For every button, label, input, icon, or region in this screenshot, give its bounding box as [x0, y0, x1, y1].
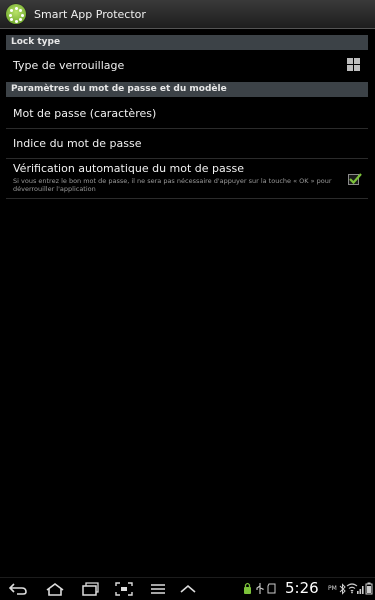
title-bar: Smart App Protector — [0, 0, 375, 29]
back-icon[interactable] — [8, 581, 28, 597]
screenshot-icon[interactable] — [114, 581, 134, 597]
checkmark-icon — [349, 173, 362, 185]
auto-verify-checkbox[interactable] — [348, 173, 362, 185]
lock-icon — [244, 582, 251, 594]
section-header-password-settings: Paramètres du mot de passe et du modèle — [6, 82, 368, 97]
status-clock: 5:26 — [285, 579, 319, 597]
app-title: Smart App Protector — [34, 7, 146, 21]
status-ampm: PM — [328, 585, 337, 592]
bluetooth-icon — [339, 583, 346, 595]
battery-icon — [365, 582, 373, 595]
grid-pattern-icon — [347, 58, 360, 71]
system-navigation-bar: 5:26 PM — [0, 577, 375, 600]
up-arrow-icon[interactable] — [178, 581, 198, 597]
password-hint-row[interactable]: Indice du mot de passe — [6, 129, 368, 159]
password-characters-row[interactable]: Mot de passe (caractères) — [6, 98, 368, 129]
home-icon[interactable] — [45, 581, 65, 597]
auto-verify-password-row[interactable]: Vérification automatique du mot de passe… — [6, 159, 368, 199]
section-header-lock-type: Lock type — [6, 35, 368, 50]
recent-apps-icon[interactable] — [80, 581, 100, 597]
auto-verify-password-label: Vérification automatique du mot de passe — [13, 162, 245, 175]
password-hint-label: Indice du mot de passe — [13, 137, 142, 150]
lock-type-row[interactable]: Type de verrouillage — [6, 51, 368, 81]
password-characters-label: Mot de passe (caractères) — [13, 107, 157, 120]
auto-verify-password-summary: Si vous entrez le bon mot de passe, il n… — [13, 177, 332, 193]
sd-card-icon — [267, 583, 276, 594]
menu-icon[interactable] — [148, 581, 168, 597]
lock-type-label: Type de verrouillage — [13, 59, 125, 72]
app-logo-icon — [6, 4, 26, 24]
usb-icon — [256, 583, 264, 594]
screen: Smart App Protector Lock type Type de ve… — [0, 0, 375, 600]
